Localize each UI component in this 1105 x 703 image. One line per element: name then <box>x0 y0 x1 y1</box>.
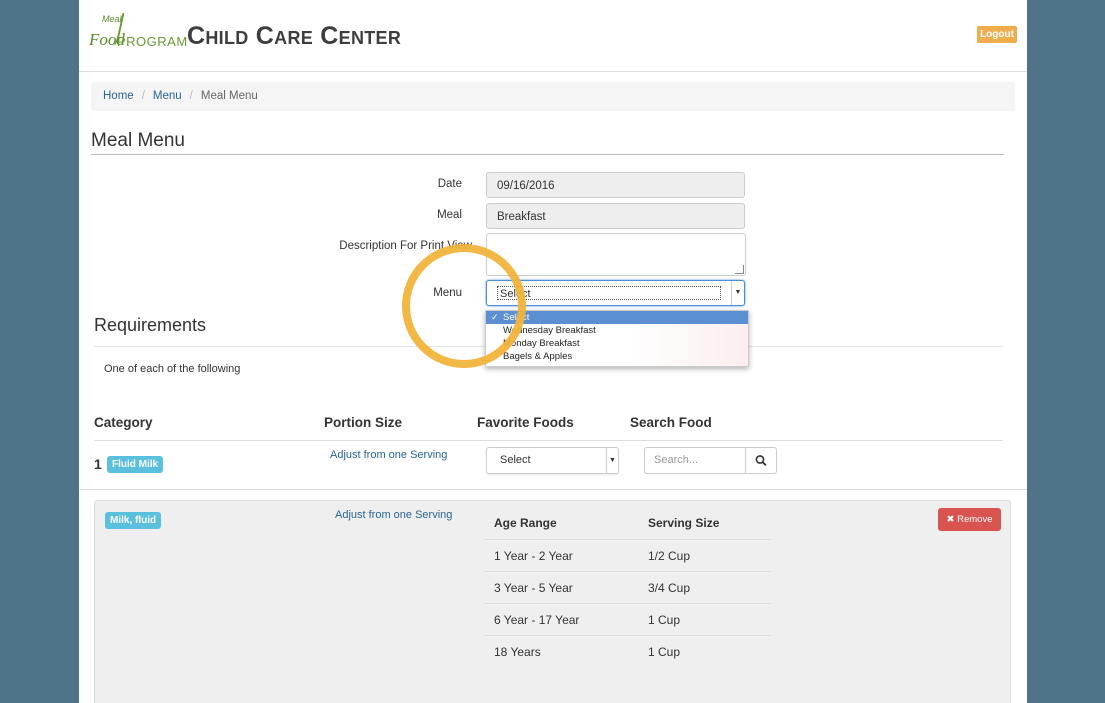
favorite-foods-select[interactable]: Select ▼ <box>486 447 619 474</box>
row-number: 1 <box>94 456 102 472</box>
chevron-down-icon: ▼ <box>606 448 618 473</box>
divider <box>79 489 1027 490</box>
menu-option-wednesday-breakfast[interactable]: Wednesday Breakfast <box>486 324 748 337</box>
meal-field: Breakfast <box>486 203 745 229</box>
description-textarea[interactable] <box>486 233 746 276</box>
requirements-text: One of each of the following <box>104 363 241 375</box>
serving-size-cell: 3/4 Cup <box>648 581 691 595</box>
search-icon <box>755 455 767 466</box>
column-portion-size: Portion Size <box>324 415 403 430</box>
breadcrumb-separator: / <box>141 90 145 102</box>
header: Meal Food PROGRAM Child Care Center Logo… <box>79 0 1027 72</box>
close-icon: ✖ <box>946 514 955 525</box>
resize-handle-icon[interactable] <box>735 265 744 274</box>
requirements-title: Requirements <box>94 315 207 335</box>
breadcrumb-menu[interactable]: Menu <box>153 90 182 102</box>
remove-label: Remove <box>957 514 993 525</box>
search-food-input[interactable]: Search... <box>644 447 746 474</box>
column-category: Category <box>94 415 153 430</box>
logout-button[interactable]: Logout <box>977 26 1017 43</box>
category-badge: Fluid Milk <box>107 456 164 473</box>
breadcrumb-home[interactable]: Home <box>103 90 134 102</box>
serving-size-cell: 1 Cup <box>648 645 681 659</box>
table-row: 3 Year - 5 Year 3/4 Cup <box>484 571 771 604</box>
menu-option-label: Bagels & Apples <box>503 351 573 362</box>
highlight-circle <box>402 244 526 368</box>
age-range-cell: 1 Year - 2 Year <box>494 549 573 563</box>
adjust-serving-link[interactable]: Adjust from one Serving <box>335 509 452 521</box>
column-serving-size: Serving Size <box>648 516 720 530</box>
age-range-cell: 18 Years <box>494 645 541 659</box>
page-container: Meal Food PROGRAM Child Care Center Logo… <box>79 0 1027 703</box>
menu-select-value: Select <box>497 286 721 300</box>
date-field: 09/16/2016 <box>486 172 745 198</box>
search-button[interactable] <box>745 447 777 474</box>
logo: Meal Food PROGRAM <box>89 11 187 56</box>
age-range-cell: 6 Year - 17 Year <box>494 613 580 627</box>
meal-label: Meal <box>437 209 462 221</box>
divider <box>91 154 1004 155</box>
chevron-down-icon: ▼ <box>731 281 744 305</box>
table-row: 1 Year - 2 Year 1/2 Cup <box>484 539 771 572</box>
table-row: 6 Year - 17 Year 1 Cup <box>484 603 771 636</box>
table-row: 18 Years 1 Cup <box>484 635 771 668</box>
site-title: Child Care Center <box>187 22 402 50</box>
serving-size-cell: 1/2 Cup <box>648 549 691 563</box>
column-age-range: Age Range <box>494 516 557 530</box>
logo-program-text: PROGRAM <box>117 34 188 49</box>
breadcrumb-current: Meal Menu <box>200 90 258 102</box>
breadcrumb: Home / Menu / Meal Menu <box>91 82 1015 111</box>
page-title: Meal Menu <box>91 130 185 151</box>
divider <box>94 440 1003 441</box>
age-range-cell: 3 Year - 5 Year <box>494 581 573 595</box>
menu-option-monday-breakfast[interactable]: Monday Breakfast <box>486 337 748 350</box>
breadcrumb-separator: / <box>189 90 193 102</box>
serving-size-cell: 1 Cup <box>648 613 681 627</box>
date-label: Date <box>437 178 462 190</box>
adjust-serving-link[interactable]: Adjust from one Serving <box>330 449 447 461</box>
favorite-foods-value: Select <box>500 454 531 466</box>
column-search-food: Search Food <box>630 415 712 430</box>
food-badge: Milk, fluid <box>105 512 162 529</box>
remove-button[interactable]: ✖ Remove <box>938 508 1001 531</box>
menu-option-bagels-apples[interactable]: Bagels & Apples <box>486 350 748 363</box>
column-favorite-foods: Favorite Foods <box>477 415 574 430</box>
